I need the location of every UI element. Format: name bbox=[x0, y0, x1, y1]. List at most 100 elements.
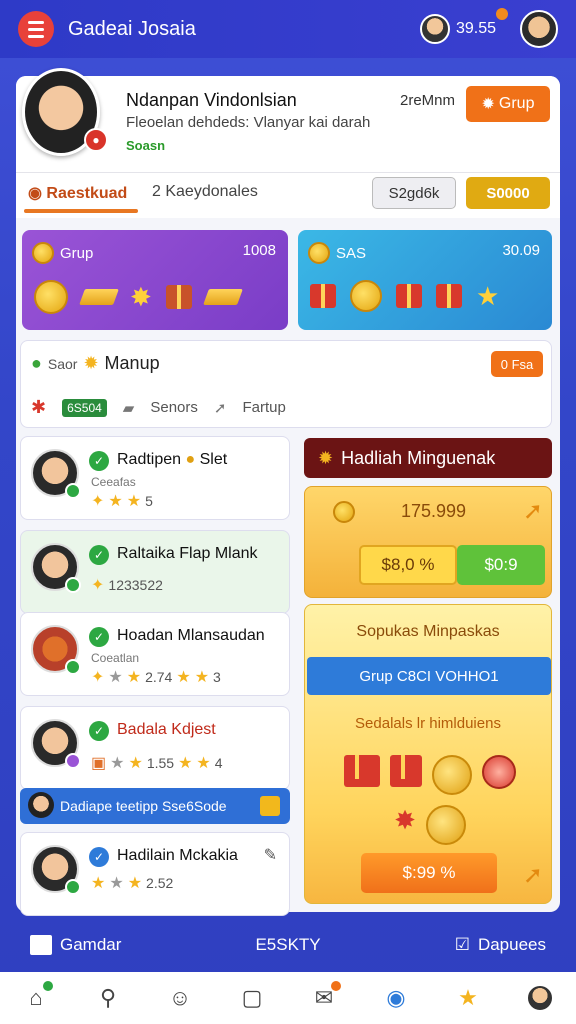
check-icon: ✓ bbox=[89, 627, 109, 647]
brick-icon bbox=[165, 285, 192, 309]
square-icon[interactable]: ▢ bbox=[237, 983, 267, 1013]
profile-status: Soasn bbox=[126, 138, 166, 153]
grup-card[interactable]: Grup 1008 ✸ bbox=[22, 230, 288, 330]
list-item-name: Hadilain Mckakia bbox=[117, 847, 238, 864]
list-item[interactable]: ✓ Radtipen ● Slet Ceeafas ✦ ★ ★ 5 bbox=[20, 436, 290, 520]
chart-icon: ☑ bbox=[454, 935, 470, 954]
list-item-name: Badala Kdjest bbox=[117, 721, 216, 738]
reward-header: ✹ Hadliah Minguenak bbox=[304, 438, 552, 478]
list-item-sub: Ceeafas bbox=[91, 475, 136, 489]
dapuees-label: Dapuees bbox=[477, 935, 546, 954]
list-item-stars: ✦ ★ ★ 2.74 ★ ★ 3 bbox=[91, 669, 221, 686]
gold-bar-icon bbox=[79, 289, 119, 305]
menu-button[interactable] bbox=[18, 11, 54, 47]
check-icon: ✓ bbox=[89, 545, 109, 565]
home-icon bbox=[30, 935, 52, 955]
list-item[interactable]: ✓ Hoadan Mlansaudan Coeatlan ✦ ★ ★ 2.74 ★ ★ 3 bbox=[20, 612, 290, 696]
grup-card-items: ✸ bbox=[34, 280, 243, 314]
tab-active-label: Raestkuad bbox=[46, 185, 128, 202]
list-item-stars: ✦ ★ ★ 5 bbox=[91, 493, 153, 510]
basket-avatar bbox=[31, 625, 81, 675]
profile-badge-icon: ● bbox=[84, 128, 108, 152]
grup-card-label: Grup bbox=[32, 242, 93, 264]
gold-bar-icon bbox=[202, 289, 243, 305]
promo-banner[interactable]: Dadiape teetipp Sse6Sode bbox=[20, 788, 290, 824]
sas-card-text: SAS bbox=[336, 244, 367, 262]
list-item-stars: ▣ ★ ★ 1.55 ★ ★ 4 bbox=[91, 755, 223, 772]
star-icon: ✸ bbox=[130, 281, 152, 312]
star-icon: ✸ bbox=[394, 805, 416, 835]
profile-header: ● Ndanpan Vindonlsian Fleoelan dehdeds: … bbox=[16, 68, 560, 172]
star-icon[interactable]: ★ bbox=[453, 983, 483, 1013]
green-price-button[interactable]: $0:9 bbox=[457, 545, 545, 585]
gift-icon bbox=[344, 755, 380, 787]
gold-action-button[interactable]: S0000 bbox=[466, 177, 550, 209]
offer-price-button[interactable]: $:99 % bbox=[361, 853, 497, 893]
coin-balance[interactable]: 39.55 bbox=[419, 8, 508, 44]
coin-icon bbox=[432, 755, 472, 795]
grup-card-value: 1008 bbox=[242, 242, 276, 259]
profile-avatar-button[interactable] bbox=[520, 10, 558, 48]
star-icon: ★ bbox=[476, 280, 500, 311]
user-avatar[interactable] bbox=[525, 983, 555, 1013]
mission-card[interactable]: ● Saor ✹ Manup 0 Fsa ✱ 6S504 ▰ Senors ➚ … bbox=[20, 340, 552, 428]
messenger-icon[interactable]: ◉ bbox=[381, 983, 411, 1013]
sas-card[interactable]: SAS 30.09 ★ bbox=[298, 230, 552, 330]
tab-second[interactable]: 2 Kaeydonales bbox=[152, 183, 258, 201]
check-icon: ✓ bbox=[89, 451, 109, 471]
offer-group-button[interactable]: Grup C8CI VOHHO1 bbox=[307, 657, 551, 695]
grup-card-text: Grup bbox=[60, 244, 94, 262]
profile-subtitle: Fleoelan dehdeds: Vlanyar kai darah bbox=[126, 114, 371, 131]
mission-badge[interactable]: 0 Fsa bbox=[491, 351, 543, 377]
bottom-strip: Gamdar E5SKTY ☑ Dapuees bbox=[0, 918, 576, 972]
offer-subtitle: Sedalals lr himlduiens bbox=[355, 715, 501, 732]
yellow-price-button[interactable]: $8,0 % bbox=[359, 545, 457, 585]
app-title: Gadeai Josaia bbox=[68, 17, 196, 40]
arrow-right-icon[interactable]: ➚ bbox=[523, 497, 543, 526]
list-item[interactable]: ✓ Raltaika Flap Mlank ✦ 1233522 bbox=[20, 530, 290, 614]
coin-icon bbox=[32, 242, 54, 264]
arrow-right-icon[interactable]: ➚ bbox=[523, 861, 543, 890]
grey-action-button[interactable]: S2gd6k bbox=[372, 177, 456, 209]
gamdar-link[interactable]: Gamdar bbox=[30, 935, 121, 955]
edit-icon[interactable]: ✎ bbox=[264, 845, 277, 865]
reward-box[interactable]: 175.999 ➚ $8,0 % $0:9 bbox=[304, 486, 552, 598]
grup-button[interactable]: ✹ Grup bbox=[466, 86, 550, 122]
profile-time: 2reMnm bbox=[400, 92, 456, 109]
tabs-row: ◉ Raestkuad 2 Kaeydonales S2gd6k S0000 bbox=[16, 172, 560, 218]
dapuees-link[interactable]: ☑ Dapuees bbox=[455, 935, 546, 955]
mission-item2[interactable]: Fartup bbox=[242, 399, 285, 416]
reward-title: Hadliah Minguenak bbox=[341, 447, 496, 468]
home-icon[interactable]: ⌂ bbox=[21, 981, 53, 1013]
list-item[interactable]: ✓ Badala Kdjest ▣ ★ ★ 1.55 ★ ★ 4 bbox=[20, 706, 290, 790]
coin-icon bbox=[34, 280, 68, 314]
list-item[interactable]: ✓ Hadilain Mckakia ★ ★ ★ 2.52 ✎ bbox=[20, 832, 290, 916]
arrow-icon: ➚ bbox=[213, 399, 227, 417]
coin-red-icon bbox=[482, 755, 516, 789]
coin-icon: ◉ bbox=[28, 185, 47, 202]
search-icon[interactable]: ⚲ bbox=[93, 983, 123, 1013]
coin-icon bbox=[350, 280, 382, 312]
bottom-navbar: ⌂ ⚲ ☺ ▢ ✉ ◉ ★ bbox=[0, 972, 576, 1024]
mission-item1[interactable]: Senors bbox=[150, 399, 198, 416]
center-link[interactable]: E5SKTY bbox=[255, 935, 320, 955]
chat-icon[interactable]: ✉ bbox=[309, 981, 341, 1013]
sun-icon: ✹ bbox=[83, 353, 99, 373]
apple-icon: ● bbox=[31, 353, 42, 373]
coin-count: 39.55 bbox=[455, 20, 496, 37]
notification-dot bbox=[496, 8, 508, 20]
list-item-stars: ★ ★ ★ 2.52 bbox=[91, 875, 174, 892]
profile-name: Ndanpan Vindonlsian bbox=[126, 90, 297, 110]
offer-items: ✸ bbox=[335, 755, 525, 845]
avatar bbox=[28, 792, 54, 818]
coin-icon bbox=[425, 805, 466, 845]
user-avatar-small bbox=[419, 14, 450, 44]
sas-card-label: SAS bbox=[308, 242, 366, 264]
reward-value: 175.999 bbox=[401, 501, 467, 521]
list-item-stars: ✦ 1233522 bbox=[91, 577, 163, 594]
offer-title: Sopukas Minpaskas bbox=[356, 623, 500, 640]
tab-active[interactable]: ◉ Raestkuad bbox=[28, 183, 127, 203]
list-item-name: Radtipen ● Slet bbox=[117, 451, 228, 468]
list-item-name: Hoadan Mlansaudan bbox=[117, 627, 265, 644]
profile-icon[interactable]: ☺ bbox=[165, 983, 195, 1013]
